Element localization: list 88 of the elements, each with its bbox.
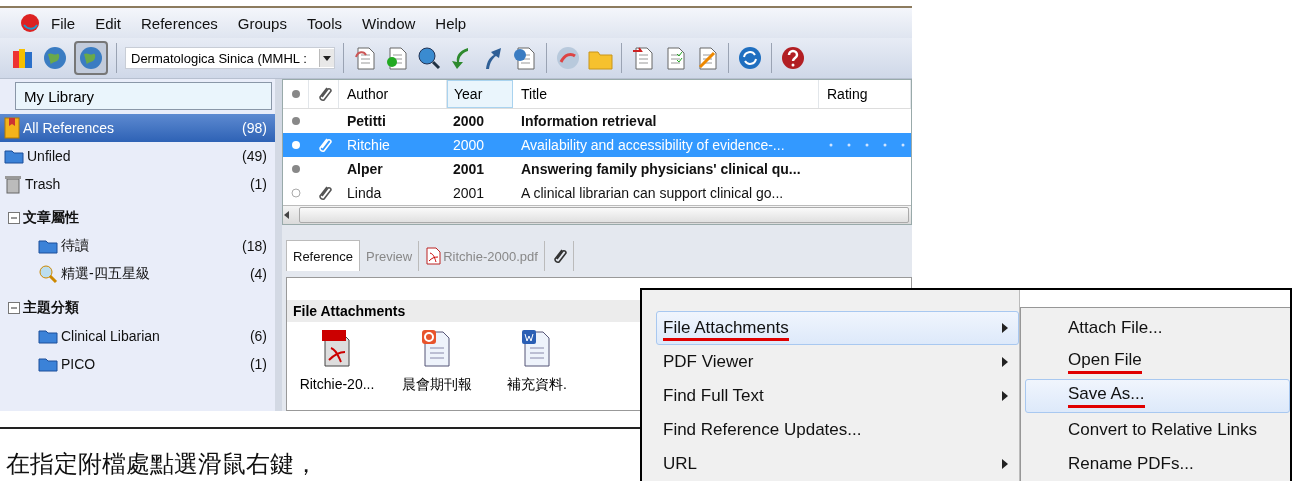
dropdown-arrow-icon[interactable] — [323, 55, 331, 61]
magnifier-icon — [38, 264, 58, 284]
year-cell-text: 2001 — [452, 185, 486, 201]
menu-item[interactable]: Tools — [297, 14, 351, 32]
caption-text: 在指定附檔處點選滑鼠右鍵， — [6, 449, 318, 479]
folder-icon — [4, 148, 24, 164]
submenu-arrow-icon — [1002, 323, 1008, 333]
library-header[interactable]: My Library — [15, 82, 272, 110]
column-header[interactable]: Year — [447, 80, 513, 108]
year-cell-text: 2000 — [452, 137, 486, 153]
file-name[interactable]: Ritchie-20... — [299, 376, 375, 392]
collapse-icon[interactable] — [8, 212, 20, 224]
menu-item[interactable]: Rename PDFs... — [1025, 447, 1290, 481]
menu-item[interactable]: Find Full Text — [656, 379, 1019, 413]
scroll-left-icon[interactable] — [283, 211, 291, 219]
folder-icon — [38, 238, 58, 254]
menu-item[interactable]: URL — [656, 447, 1019, 481]
read-status-icon — [291, 188, 301, 198]
globe-icon[interactable] — [42, 45, 68, 71]
read-status-icon — [290, 89, 301, 99]
search-icon[interactable] — [416, 45, 442, 71]
author-cell-text: Ritchie — [346, 137, 391, 153]
title-cell-text: A clinical librarian can support clinical go... — [520, 185, 785, 201]
menu-item[interactable]: Open File — [1025, 345, 1290, 379]
menu-item[interactable]: Groups — [228, 14, 296, 32]
trash-icon — [4, 174, 22, 194]
title-cell-text: Answering family physicians' clinical qu... — [520, 161, 802, 177]
slides-file-icon[interactable] — [421, 328, 453, 368]
book-icon — [4, 117, 20, 139]
submenu-arrow-icon — [1002, 391, 1008, 401]
reference-row[interactable]: Petitti 2000 Information retrieval — [283, 109, 911, 133]
document-file-icon[interactable] — [521, 328, 553, 368]
column-header[interactable]: Rating — [819, 80, 911, 108]
menu-item[interactable]: References — [132, 14, 227, 32]
group-item[interactable]: PICO (1) — [0, 350, 275, 378]
group-heading[interactable]: 文章屬性 — [0, 204, 275, 232]
menu-item[interactable]: Convert to Relative Links — [1025, 413, 1290, 447]
file-name[interactable]: 補充資料. — [507, 376, 567, 394]
new-document-icon[interactable] — [384, 45, 410, 71]
file-name[interactable]: 晨會期刊報 — [402, 376, 472, 394]
column-header[interactable]: Title — [513, 80, 819, 108]
group-item[interactable]: 精選-四五星級 (4) — [0, 260, 275, 288]
reference-row[interactable]: Linda 2001 A clinical librarian can support clinical go... — [283, 181, 911, 205]
title-cell-text: Availability and accessibility of evidence-... — [520, 137, 786, 153]
help-icon[interactable] — [780, 45, 806, 71]
horizontal-scrollbar[interactable] — [283, 205, 911, 224]
year-cell-text: 2000 — [452, 113, 486, 129]
pdf-icon — [425, 247, 442, 265]
menu-item[interactable]: Window — [353, 14, 425, 32]
rating-dots-icon — [827, 142, 907, 148]
menu-item[interactable]: File Attachments — [656, 311, 1019, 345]
copy-document-icon[interactable] — [352, 45, 378, 71]
folder-icon — [38, 328, 58, 344]
globe-document-icon[interactable] — [512, 45, 538, 71]
author-cell-text: Petitti — [346, 113, 387, 129]
year-cell-text: 2001 — [452, 161, 486, 177]
group-item[interactable]: All References (98) — [0, 114, 275, 142]
author-cell-text: Alper — [346, 161, 384, 177]
folder-icon — [38, 356, 58, 372]
group-item[interactable]: Unfiled (49) — [0, 142, 275, 170]
sync-icon[interactable] — [737, 45, 763, 71]
style-select[interactable]: Dermatologica Sinica (MMHL : — [125, 47, 335, 69]
read-status-icon — [291, 140, 301, 150]
author-cell-text: Linda — [346, 185, 383, 201]
pdf-file-icon[interactable] — [321, 328, 353, 368]
app-logo-icon — [20, 13, 40, 33]
menu-item[interactable]: Save As... — [1025, 379, 1290, 413]
paperclip-icon — [316, 184, 332, 202]
group-item[interactable]: Clinical Libarian (6) — [0, 322, 275, 350]
reference-row[interactable]: Alper 2001 Answering family physicians' clinical qu... — [283, 157, 911, 181]
group-item[interactable]: 待讀 (18) — [0, 232, 275, 260]
collapse-icon[interactable] — [8, 302, 20, 314]
menu-item[interactable]: Find Reference Updates... — [656, 413, 1019, 447]
document-arrow-icon[interactable] — [630, 45, 656, 71]
submenu-arrow-icon — [1002, 459, 1008, 469]
title-cell-text: Information retrieval — [520, 113, 658, 129]
menu-item[interactable]: Edit — [86, 14, 131, 32]
menu-item[interactable]: Help — [426, 14, 476, 32]
paperclip-icon — [316, 136, 332, 154]
menu-item[interactable]: File — [42, 14, 85, 32]
tab[interactable]: Reference — [286, 240, 360, 271]
menu-item[interactable]: Attach File... — [1025, 311, 1290, 345]
submenu-arrow-icon — [1002, 357, 1008, 367]
read-status-icon — [291, 164, 301, 174]
read-status-icon — [291, 116, 301, 126]
menu-item[interactable]: PDF Viewer — [656, 345, 1019, 379]
group-item[interactable]: Trash (1) — [0, 170, 275, 198]
group-heading[interactable]: 主題分類 — [0, 294, 275, 322]
